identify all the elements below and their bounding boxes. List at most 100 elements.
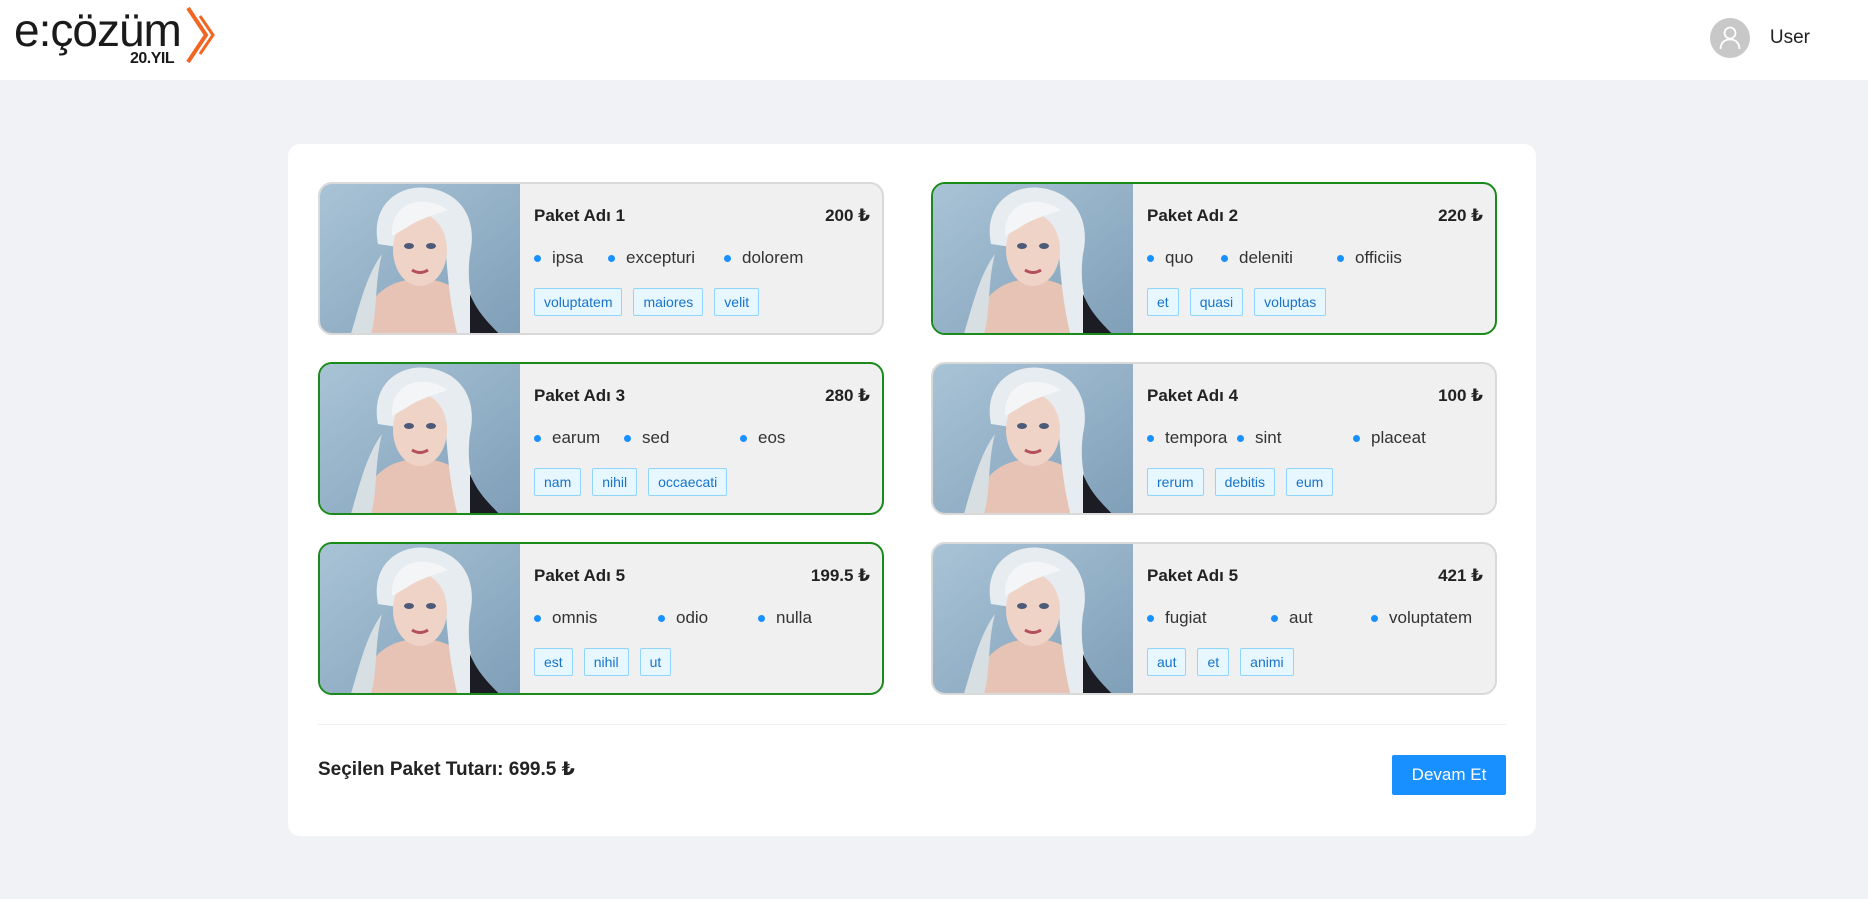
tag-chip: voluptatem: [534, 288, 623, 316]
tag-list: aut et animi: [1147, 648, 1305, 676]
feature-label: officiis: [1355, 248, 1402, 267]
package-card[interactable]: Paket Adı 3 280 ₺ earum sed eos nam nihil occae…: [318, 362, 884, 515]
selected-total: Seçilen Paket Tutarı: 699.5 ₺: [318, 759, 575, 780]
portrait-image: [933, 544, 1133, 693]
feature-label: dolorem: [742, 248, 804, 267]
package-card[interactable]: Paket Adı 1 200 ₺ ipsa excepturi dolorem volu…: [318, 182, 884, 335]
package-price: 421 ₺: [1438, 566, 1483, 585]
feature-item: dolorem: [724, 248, 803, 268]
feature-label: voluptatem: [1389, 608, 1473, 627]
package-card[interactable]: Paket Adı 4 100 ₺ tempora sint placeat rerum d…: [931, 362, 1497, 515]
top-header: e:çözüm 20.YIL User: [0, 0, 1868, 80]
package-card[interactable]: Paket Adı 5 421 ₺ fugiat aut voluptatem aut et…: [931, 542, 1497, 695]
feature-label: ipsa: [552, 248, 584, 267]
tag-list: rerum debitis eum: [1147, 468, 1344, 496]
feature-item: omnis: [534, 608, 597, 628]
tag-chip: maiores: [633, 288, 704, 316]
feature-item: sint: [1237, 428, 1281, 448]
package-card[interactable]: Paket Adı 5 199.5 ₺ omnis odio nulla est nihil…: [318, 542, 884, 695]
package-price: 280 ₺: [825, 386, 870, 405]
feature-list: tempora sint placeat: [1147, 428, 1487, 452]
user-menu[interactable]: User: [1709, 18, 1810, 58]
feature-label: aut: [1289, 608, 1313, 627]
tag-chip: velit: [714, 288, 760, 316]
tag-chip: nihil: [592, 468, 638, 496]
avatar[interactable]: [1709, 18, 1750, 58]
user-icon: [1719, 26, 1741, 50]
feature-list: quo deleniti officiis: [1147, 248, 1487, 272]
bullet-dot-icon: [758, 614, 765, 622]
feature-list: omnis odio nulla: [534, 608, 874, 632]
tag-chip: nam: [534, 468, 582, 496]
feature-label: fugiat: [1165, 608, 1207, 627]
feature-item: fugiat: [1147, 608, 1207, 628]
package-price: 220 ₺: [1438, 206, 1483, 225]
package-title: Paket Adı 2: [1147, 206, 1239, 225]
bullet-dot-icon: [534, 254, 541, 262]
portrait-image: [933, 364, 1133, 513]
tag-chip: est: [534, 648, 573, 676]
tag-chip: et: [1147, 288, 1179, 316]
feature-label: sint: [1255, 428, 1282, 447]
tag-chip: debitis: [1214, 468, 1276, 496]
tag-list: est nihil ut: [534, 648, 682, 676]
tag-list: et quasi voluptas: [1147, 288, 1337, 316]
portrait-image: [320, 184, 520, 333]
tag-chip: aut: [1147, 648, 1187, 676]
feature-item: quo: [1147, 248, 1193, 268]
portrait-image: [320, 544, 520, 693]
tag-chip: voluptas: [1254, 288, 1327, 316]
package-image: [320, 184, 520, 333]
feature-label: placeat: [1371, 428, 1426, 447]
bullet-dot-icon: [534, 614, 541, 622]
package-title: Paket Adı 3: [534, 386, 626, 405]
brand-logo[interactable]: e:çözüm 20.YIL: [14, 4, 224, 70]
feature-label: omnis: [552, 608, 598, 627]
feature-label: sed: [642, 428, 670, 447]
package-title: Paket Adı 5: [1147, 566, 1239, 585]
package-price: 199.5 ₺: [810, 566, 870, 585]
tag-list: nam nihil occaecati: [534, 468, 738, 496]
portrait-image: [320, 364, 520, 513]
feature-item: aut: [1271, 608, 1313, 628]
package-title: Paket Adı 5: [534, 566, 626, 585]
package-card[interactable]: Paket Adı 2 220 ₺ quo deleniti officiis et qua…: [931, 182, 1497, 335]
package-title: Paket Adı 1: [534, 206, 626, 225]
user-name[interactable]: User: [1770, 27, 1810, 49]
tag-list: voluptatem maiores velit: [534, 288, 770, 316]
feature-item: placeat: [1353, 428, 1426, 448]
feature-item: nulla: [758, 608, 812, 628]
feature-item: officiis: [1337, 248, 1402, 268]
bullet-dot-icon: [534, 434, 541, 442]
tag-chip: et: [1197, 648, 1230, 676]
bullet-dot-icon: [724, 254, 731, 262]
package-image: [933, 364, 1133, 513]
package-image: [933, 184, 1133, 333]
bullet-dot-icon: [1271, 614, 1278, 622]
tag-chip: eum: [1286, 468, 1334, 496]
feature-item: sed: [624, 428, 669, 448]
feature-item: deleniti: [1221, 248, 1293, 268]
tag-chip: ut: [639, 648, 672, 676]
feature-label: tempora: [1165, 428, 1228, 447]
bullet-dot-icon: [1221, 254, 1228, 262]
continue-button[interactable]: Devam Et: [1392, 755, 1506, 795]
bullet-dot-icon: [1353, 434, 1360, 442]
package-price: 100 ₺: [1438, 386, 1483, 405]
logo-anniversary: 20.YIL: [130, 50, 175, 67]
bullet-dot-icon: [1147, 434, 1154, 442]
feature-label: odio: [676, 608, 709, 627]
feature-item: odio: [658, 608, 708, 628]
feature-label: excepturi: [626, 248, 695, 267]
feature-label: quo: [1165, 248, 1194, 267]
feature-item: excepturi: [608, 248, 695, 268]
feature-item: voluptatem: [1371, 608, 1472, 628]
package-price: 200 ₺: [825, 206, 870, 225]
tag-chip: animi: [1240, 648, 1294, 676]
feature-label: earum: [552, 428, 601, 447]
feature-label: deleniti: [1239, 248, 1293, 267]
bullet-dot-icon: [1337, 254, 1344, 262]
logo-wordmark: e:çözüm: [14, 4, 182, 56]
bullet-dot-icon: [624, 434, 631, 442]
package-selection-panel: Paket Adı 1 200 ₺ ipsa excepturi dolorem volu…: [288, 144, 1536, 836]
